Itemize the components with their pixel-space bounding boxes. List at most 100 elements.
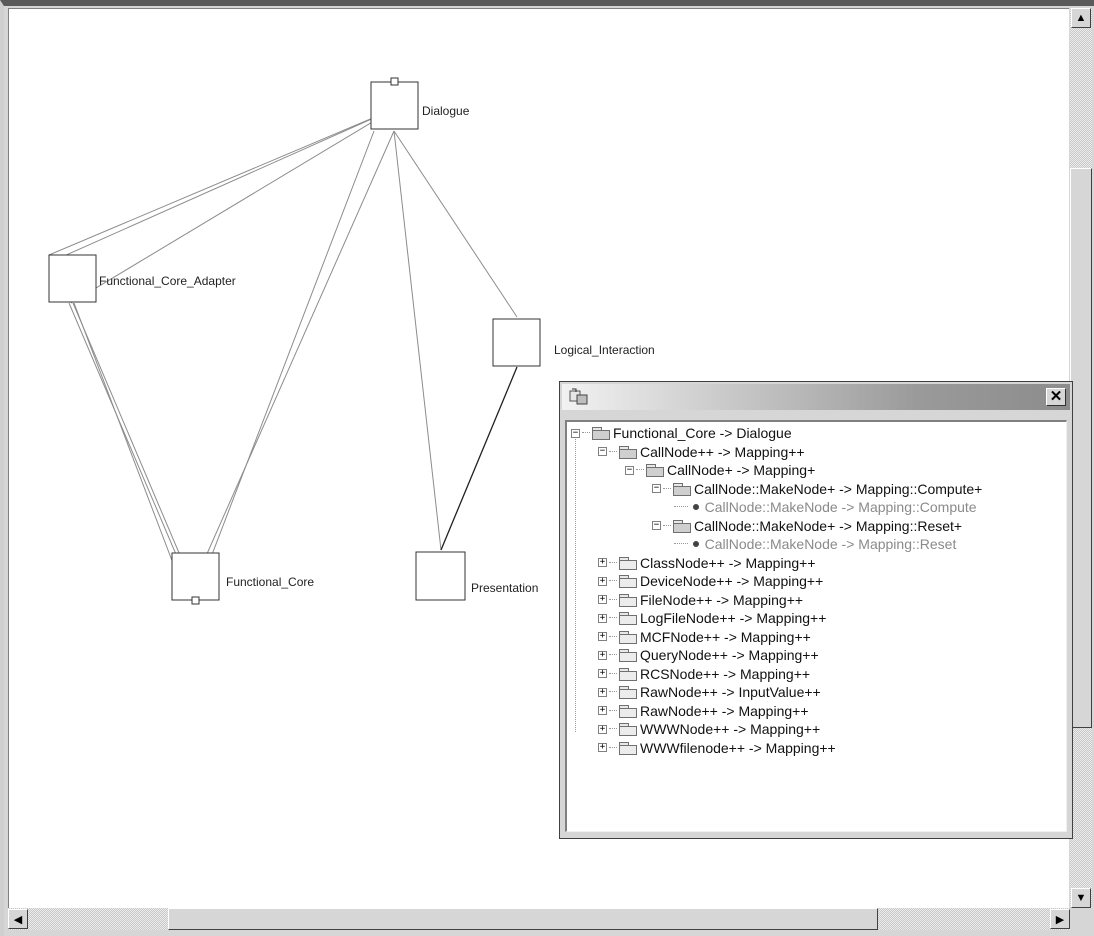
edge [73, 302, 188, 601]
expand-toggle-icon[interactable]: + [598, 576, 607, 586]
tree-item[interactable]: + FileNode++ -> Mapping++ [598, 591, 803, 609]
node-label-presentation: Presentation [471, 581, 538, 595]
tree-item-label: RCSNode++ -> Mapping++ [640, 665, 811, 682]
scroll-up-button[interactable]: ▲ [1071, 8, 1091, 28]
collapse-toggle-icon[interactable]: − [652, 484, 661, 493]
tree-item-label: ClassNode++ -> Mapping++ [640, 554, 816, 571]
tree-connector [582, 432, 590, 434]
tree-item-label: CallNode::MakeNode -> Mapping::Compute [704, 499, 977, 515]
tree-connector [609, 617, 617, 619]
tree-item-label: WWWfilenode++ -> Mapping++ [640, 739, 836, 756]
folder-open-icon [673, 482, 691, 496]
expand-toggle-icon[interactable]: + [598, 613, 607, 623]
folder-open-icon [619, 445, 637, 459]
tree-item-label: MCFNode++ -> Mapping++ [640, 628, 811, 645]
tree-item[interactable]: + ClassNode++ -> Mapping++ [598, 554, 816, 572]
expand-toggle-icon[interactable]: + [598, 743, 607, 752]
tree-item-label: CallNode::MakeNode+ -> Mapping::Reset+ [694, 517, 963, 534]
tree-item[interactable]: + WWWNode++ -> Mapping++ [598, 720, 820, 738]
edge [393, 130, 518, 318]
node-label-functional-core: Functional_Core [226, 575, 314, 589]
edge [63, 108, 395, 257]
scroll-down-button[interactable]: ▼ [1071, 888, 1091, 908]
node-presentation[interactable] [415, 551, 466, 601]
folder-icon [619, 556, 637, 570]
folder-icon [619, 630, 637, 644]
tree-connector [609, 709, 617, 712]
expand-toggle-icon[interactable]: + [598, 669, 607, 678]
tree-item[interactable]: + QueryNode++ -> Mapping++ [598, 646, 819, 664]
folder-icon [619, 704, 637, 718]
tree-item[interactable]: − Functional_Core -> Dialogue [571, 424, 792, 442]
scroll-right-button[interactable]: ▶ [1050, 909, 1070, 929]
folder-open-icon [646, 464, 664, 477]
tree-item[interactable]: + RawNode++ -> Mapping++ [598, 702, 809, 720]
edge [48, 108, 395, 256]
tree-connector [663, 487, 671, 490]
folder-open-icon [673, 519, 691, 533]
tree-connector [636, 469, 644, 471]
folder-icon [619, 667, 637, 681]
collapse-toggle-icon[interactable]: − [571, 428, 580, 438]
tree-connector [663, 524, 671, 527]
tree-item[interactable]: + MCFNode++ -> Mapping++ [598, 628, 811, 646]
tree-item-label: CallNode++ -> Mapping++ [640, 443, 805, 460]
scrollbar-corner [1070, 908, 1092, 930]
expand-toggle-icon[interactable]: + [598, 650, 607, 660]
tree-connector [609, 691, 617, 693]
expand-toggle-icon[interactable]: + [598, 687, 607, 697]
tree-connector [609, 580, 617, 582]
expand-toggle-icon[interactable]: + [598, 558, 607, 567]
expand-toggle-icon[interactable]: + [598, 632, 607, 641]
tree-item-label: LogFileNode++ -> Mapping++ [640, 610, 827, 626]
leaf-bullet-icon [692, 504, 699, 510]
tree-item-label: CallNode::MakeNode -> Mapping::Reset [704, 536, 957, 552]
tree-connector [609, 728, 617, 730]
tree-connector [609, 635, 617, 638]
tree-connector [609, 598, 617, 601]
tree-item-label: CallNode::MakeNode+ -> Mapping::Compute+ [694, 480, 983, 497]
tree-leaf-item[interactable]: CallNode::MakeNode -> Mapping::Compute [673, 498, 977, 516]
selection-handle[interactable] [191, 596, 200, 605]
tree-item[interactable]: − CallNode++ -> Mapping++ [598, 443, 805, 461]
node-functional-core[interactable] [171, 552, 220, 601]
folder-icon [619, 741, 637, 755]
edge [194, 130, 375, 600]
tree-item[interactable]: − CallNode+ -> Mapping+ [625, 461, 815, 479]
tree-item[interactable]: + RCSNode++ -> Mapping++ [598, 665, 810, 683]
tree-connector [673, 543, 688, 545]
node-label-dialogue: Dialogue [422, 104, 470, 118]
expand-toggle-icon[interactable]: + [598, 724, 607, 734]
close-button[interactable]: ✕ [1046, 388, 1066, 406]
folder-icon [619, 649, 637, 662]
tree-item-label: RawNode++ -> Mapping++ [640, 702, 809, 719]
collapse-toggle-icon[interactable]: − [652, 521, 661, 530]
horizontal-scroll-thumb[interactable] [168, 908, 878, 930]
node-functional-core-adapter[interactable] [48, 254, 97, 303]
tree-item[interactable]: − CallNode::MakeNode+ -> Mapping::Compute… [652, 480, 982, 498]
folder-icon [619, 575, 637, 588]
scroll-left-button[interactable]: ◀ [8, 909, 28, 929]
folder-open-icon [592, 427, 610, 440]
tree-leaf-item[interactable]: CallNode::MakeNode -> Mapping::Reset [673, 535, 957, 553]
selection-handle[interactable] [390, 77, 399, 86]
tree-item[interactable]: − CallNode::MakeNode+ -> Mapping::Reset+ [652, 517, 962, 535]
expand-toggle-icon[interactable]: + [598, 706, 607, 715]
tree-item[interactable]: + DeviceNode++ -> Mapping++ [598, 572, 823, 590]
dependency-tree: − Functional_Core -> Dialogue − CallNode++ … [565, 420, 1067, 832]
vertical-scrollbar[interactable]: ▲ ▼ [1070, 8, 1092, 908]
vertical-scroll-thumb[interactable] [1070, 168, 1092, 728]
node-dialogue[interactable] [370, 81, 419, 130]
expand-toggle-icon[interactable]: + [598, 595, 607, 604]
tree-item[interactable]: + LogFileNode++ -> Mapping++ [598, 609, 826, 627]
tree-connector [609, 450, 617, 453]
node-logical-interaction[interactable] [492, 318, 541, 367]
tree-connector [609, 561, 617, 564]
collapse-toggle-icon[interactable]: − [598, 447, 607, 456]
horizontal-scrollbar[interactable]: ◀ ▶ [8, 908, 1070, 930]
tree-item[interactable]: + RawNode++ -> InputValue++ [598, 683, 821, 701]
tree-window-titlebar[interactable]: ✕ [562, 384, 1070, 410]
collapse-toggle-icon[interactable]: − [625, 465, 634, 475]
tree-item[interactable]: + WWWfilenode++ -> Mapping++ [598, 739, 836, 757]
node-label-functional-core-adapter: Functional_Core_Adapter [99, 274, 236, 288]
